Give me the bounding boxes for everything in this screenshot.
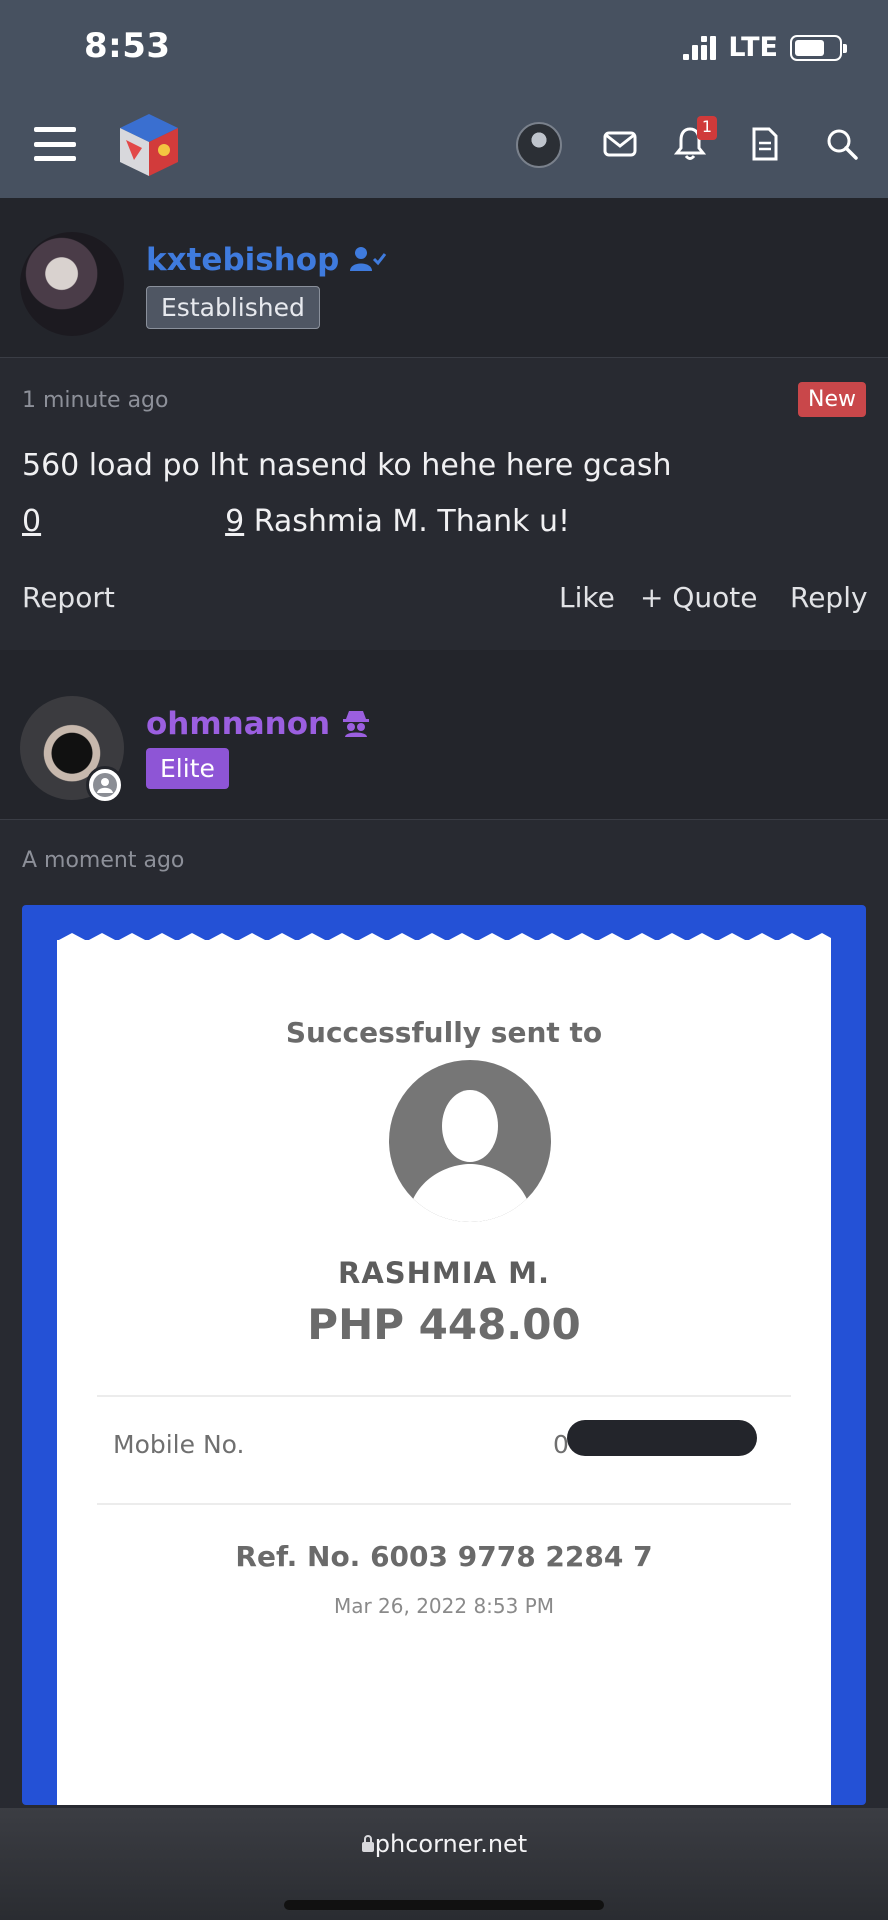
post-message-line: 560 load po lht nasend ko hehe here gcas… — [22, 448, 672, 483]
spy-icon — [342, 711, 369, 737]
like-button[interactable]: Like — [559, 581, 615, 614]
receipt: Successfully sent to RASHMIA M. PHP 448.… — [57, 940, 831, 1805]
transaction-date: Mar 26, 2022 8:53 PM — [333, 1594, 555, 1618]
user-rank-badge: Established — [146, 286, 320, 329]
post-header: kxtebishop Established — [0, 198, 888, 358]
divider — [97, 1503, 791, 1505]
menu-icon[interactable] — [34, 127, 76, 161]
report-button[interactable]: Report — [22, 581, 115, 614]
site-logo[interactable] — [114, 110, 184, 180]
mail-icon[interactable] — [600, 124, 640, 164]
quote-button[interactable]: + Quote — [640, 581, 758, 614]
url-text: phcorner.net — [374, 1830, 528, 1858]
post-message-text: Rashmia M. Thank u! — [244, 504, 571, 539]
post-separator — [0, 650, 888, 674]
phone-link[interactable]: 0 — [22, 504, 41, 539]
post-timestamp[interactable]: A moment ago — [22, 848, 184, 873]
post-timestamp[interactable]: 1 minute ago — [22, 388, 168, 413]
attachment-image[interactable]: Successfully sent to RASHMIA M. PHP 448.… — [22, 905, 866, 1805]
post-message-line: 0 9 Rashmia M. Thank u! — [22, 494, 872, 550]
verified-user-icon — [350, 247, 387, 271]
receipt-edge — [57, 933, 831, 955]
username-text[interactable]: kxtebishop — [146, 242, 339, 278]
phone-link[interactable]: 9 — [225, 504, 244, 539]
network-type: LTE — [728, 32, 778, 63]
username[interactable]: kxtebishop — [146, 242, 387, 278]
receipt-title: Successfully sent to — [285, 1016, 603, 1049]
reference-number: Ref. No. 6003 9778 2284 7 — [235, 1540, 653, 1573]
mobile-label: Mobile No. — [113, 1430, 245, 1459]
browser-bar: phcorner.net — [0, 1808, 888, 1920]
status-time: 8:53 — [84, 26, 171, 66]
top-bar: 8:53 LTE 1 — [0, 0, 888, 198]
online-status-icon — [86, 766, 124, 804]
notification-badge: 1 — [697, 116, 717, 140]
amount: PHP 448.00 — [307, 1300, 581, 1349]
redaction-mask — [567, 1420, 757, 1456]
post-message: 560 load po lht nasend ko hehe here gcas… — [22, 438, 872, 550]
avatar[interactable] — [20, 232, 124, 336]
user-rank-badge: Elite — [146, 748, 229, 789]
battery-icon — [790, 34, 847, 61]
recipient-name: RASHMIA M. — [338, 1256, 550, 1290]
status-indicators: LTE — [683, 32, 847, 63]
new-badge: New — [798, 382, 866, 417]
user-avatar[interactable] — [516, 122, 562, 168]
search-icon[interactable] — [822, 124, 862, 164]
recipient-avatar-icon — [389, 1060, 551, 1222]
url-bar[interactable]: phcorner.net — [0, 1830, 888, 1858]
home-indicator[interactable] — [284, 1900, 604, 1910]
username-text[interactable]: ohmnanon — [146, 706, 330, 742]
post: kxtebishop Established 1 minute ago New … — [0, 198, 888, 650]
plus-icon: + — [640, 581, 664, 614]
signal-icon — [683, 35, 717, 60]
document-icon[interactable] — [745, 124, 785, 164]
lock-icon — [361, 1835, 374, 1852]
divider — [97, 1395, 791, 1397]
reply-button[interactable]: Reply — [790, 581, 868, 614]
quote-label: Quote — [672, 581, 758, 614]
post-header: ohmnanon Elite — [0, 674, 888, 820]
username[interactable]: ohmnanon — [146, 706, 371, 742]
